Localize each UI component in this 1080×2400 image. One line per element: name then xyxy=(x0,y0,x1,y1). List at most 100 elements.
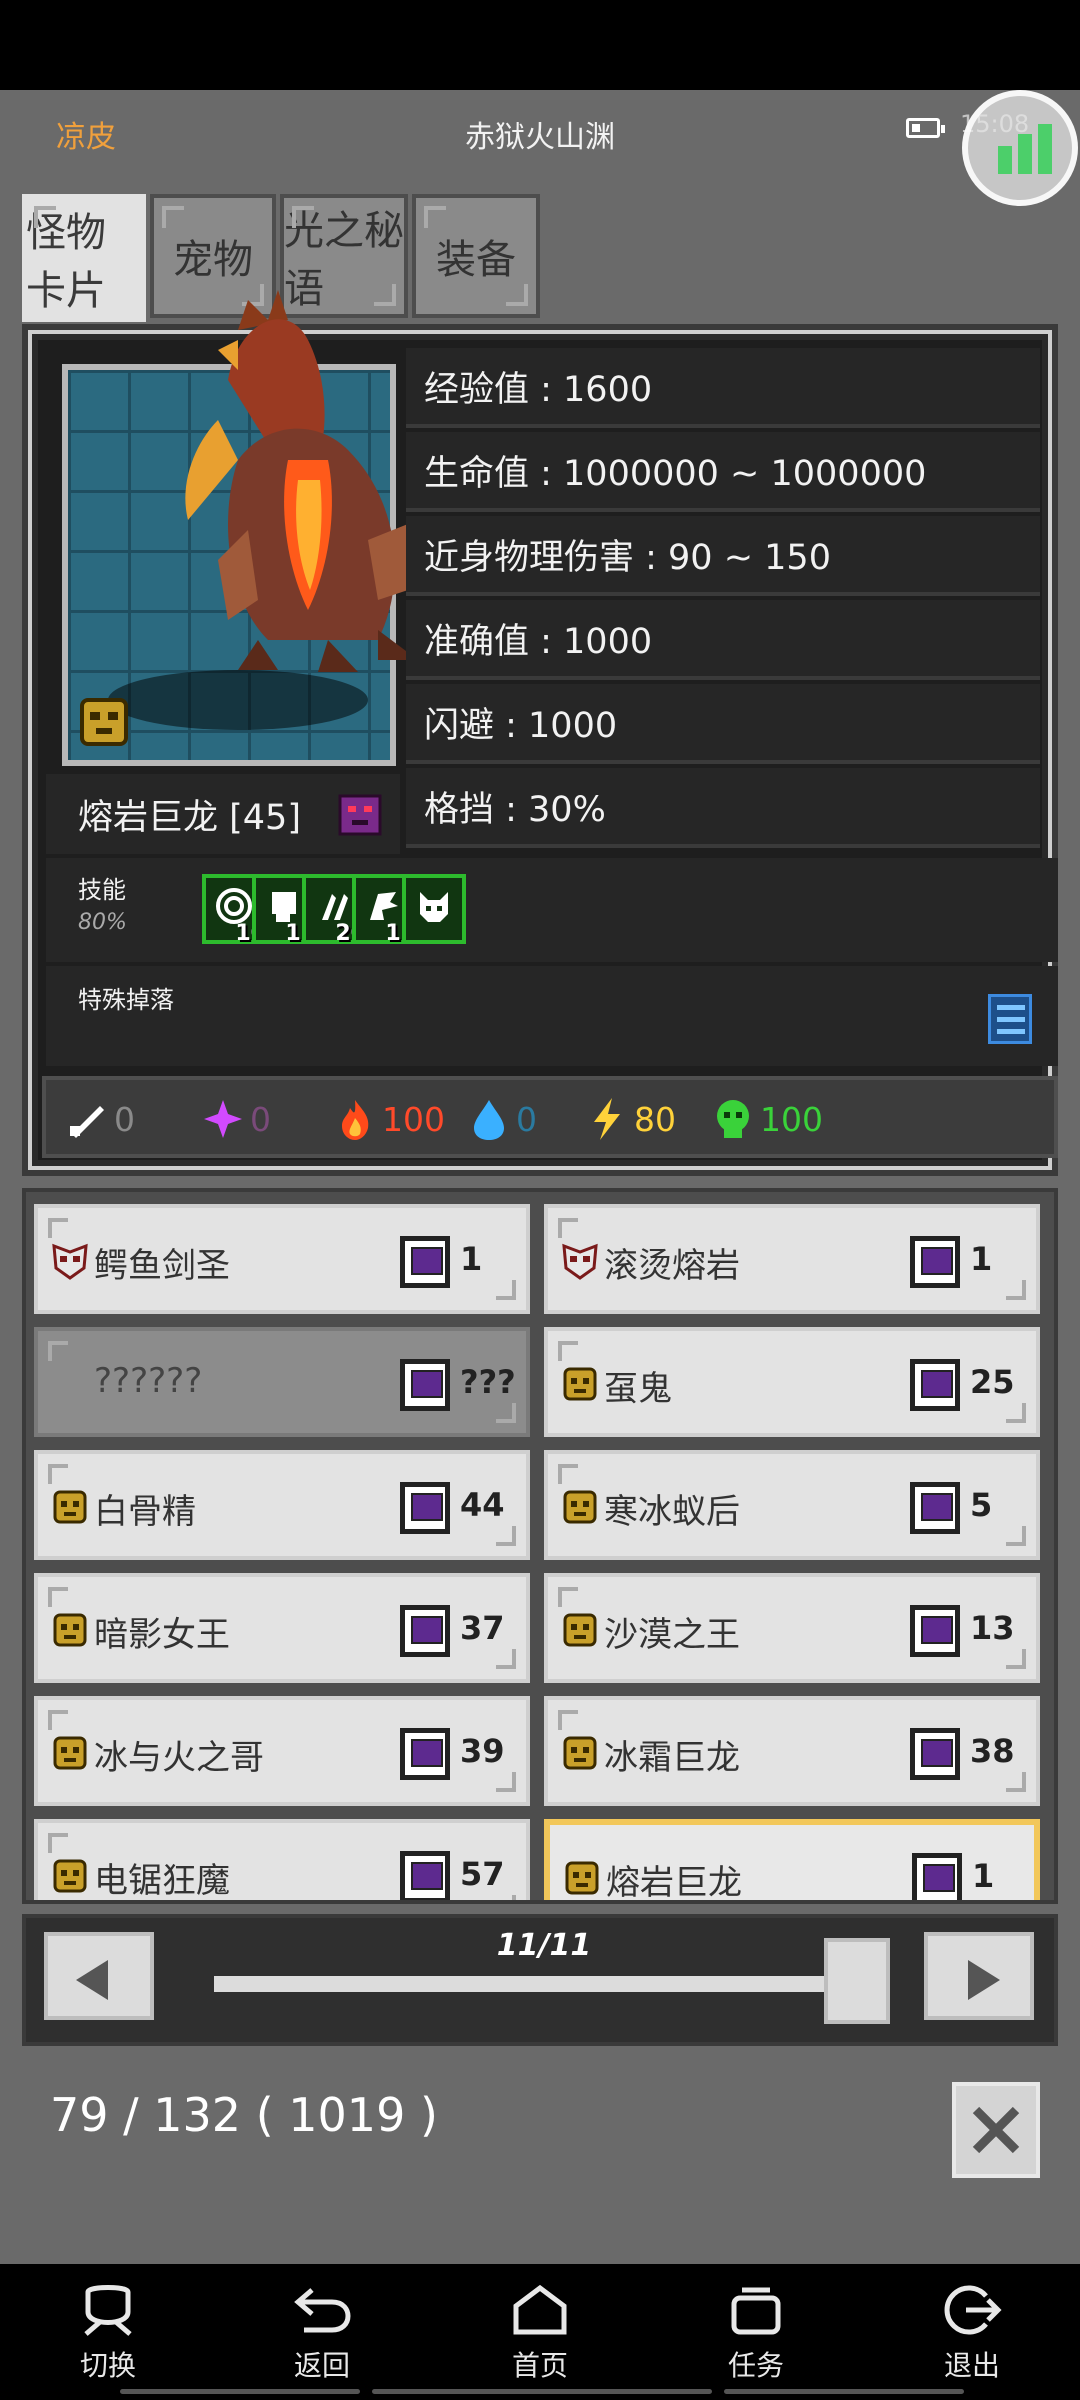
card-name: 寒冰蚁后 xyxy=(604,1492,740,1532)
pager: 11/11 xyxy=(22,1914,1058,2046)
lightning-icon xyxy=(594,1098,620,1140)
monster-card[interactable]: 虿鬼 25 xyxy=(544,1327,1040,1437)
nav-label: 任务 xyxy=(727,2349,784,2382)
battery-icon xyxy=(906,118,945,138)
nav-label: 返回 xyxy=(293,2349,350,2382)
floating-stats-button[interactable] xyxy=(962,90,1078,206)
back-icon xyxy=(294,2288,351,2333)
boss-badge-icon xyxy=(80,698,128,746)
card-name: 暗影女王 xyxy=(94,1615,230,1655)
nav-exit[interactable]: 退出 xyxy=(902,2274,1042,2394)
resist-value: 0 xyxy=(516,1099,537,1139)
card-name: ?????? xyxy=(94,1361,203,1401)
card-item-icon xyxy=(400,1359,450,1411)
monster-card[interactable]: 冰与火之哥 39 xyxy=(34,1696,530,1806)
card-item-icon xyxy=(400,1728,450,1780)
skills-label: 技能 xyxy=(78,876,126,904)
gold-mask-icon xyxy=(563,1736,597,1770)
card-item-icon xyxy=(400,1851,450,1900)
nav-home[interactable]: 首页 xyxy=(470,2274,610,2394)
gold-mask-icon xyxy=(563,1490,597,1524)
resist-water: 0 xyxy=(466,1094,537,1144)
bottom-navbar: 切换 返回 首页 任务 退出 xyxy=(0,2264,1080,2400)
monster-card[interactable]: 沙漠之王 13 xyxy=(544,1573,1040,1683)
nav-switch[interactable]: 切换 xyxy=(38,2274,178,2394)
demon-skill-icon[interactable] xyxy=(402,874,466,944)
page-slider-thumb[interactable] xyxy=(824,1938,890,2024)
nav-back[interactable]: 返回 xyxy=(252,2274,392,2394)
card-item-icon xyxy=(910,1359,960,1411)
special-drops-row: 特殊掉落 xyxy=(46,966,1058,1066)
stat-exp: 经验值 : 1600 xyxy=(406,348,1040,428)
exit-icon xyxy=(944,2285,1002,2335)
card-name: 滚烫熔岩 xyxy=(604,1246,740,1286)
resist-poison: 100 xyxy=(710,1094,823,1144)
resist-lightning: 80 xyxy=(584,1094,676,1144)
card-count: 39 xyxy=(460,1732,505,1770)
card-item-icon xyxy=(910,1482,960,1534)
card-item-icon xyxy=(910,1728,960,1780)
monster-card[interactable]: 滚烫熔岩 1 xyxy=(544,1204,1040,1314)
status-bar xyxy=(0,0,1080,90)
gold-mask-icon xyxy=(563,1367,597,1401)
tab-monster-cards[interactable]: 怪物卡片 xyxy=(22,194,146,322)
card-count: 1 xyxy=(972,1857,995,1895)
resist-value: 80 xyxy=(634,1099,676,1139)
red-mask-icon xyxy=(562,1243,598,1280)
card-name: 鳄鱼剑圣 xyxy=(94,1246,230,1286)
monster-name-row: 熔岩巨龙 [45] xyxy=(46,774,400,854)
monster-card[interactable]: 寒冰蚁后 5 xyxy=(544,1450,1040,1560)
monster-card-grid: 鳄鱼剑圣 1 滚烫熔岩 1 ?????? ??? 虿鬼 25 白骨精 44 寒冰… xyxy=(22,1188,1058,1904)
skills-row: 技能 80% 10 15 20 15 xyxy=(46,858,1058,962)
switch-icon xyxy=(84,2285,132,2336)
card-count: 1 xyxy=(460,1240,483,1278)
card-item-icon xyxy=(400,1605,450,1657)
water-icon xyxy=(474,1100,504,1140)
card-name: 沙漠之王 xyxy=(604,1615,740,1655)
monster-card[interactable]: 鳄鱼剑圣 1 xyxy=(34,1204,530,1314)
monster-card-unknown[interactable]: ?????? ??? xyxy=(34,1327,530,1437)
card-name: 白骨精 xyxy=(94,1492,196,1532)
card-count: 13 xyxy=(970,1609,1015,1647)
resist-value: 100 xyxy=(382,1099,445,1139)
poison-icon xyxy=(717,1100,749,1138)
card-count: 37 xyxy=(460,1609,505,1647)
next-page-button[interactable] xyxy=(924,1932,1034,2020)
nav-tasks[interactable]: 任务 xyxy=(686,2274,826,2394)
magic-icon xyxy=(204,1100,242,1138)
nav-label: 首页 xyxy=(511,2349,568,2382)
nav-label: 退出 xyxy=(943,2349,1000,2382)
monster-card[interactable]: 白骨精 44 xyxy=(34,1450,530,1560)
monster-card-selected[interactable]: 熔岩巨龙 1 xyxy=(544,1819,1040,1903)
home-icon xyxy=(513,2284,567,2335)
resist-physical: 0 xyxy=(64,1094,135,1144)
gold-mask-icon xyxy=(53,1490,87,1524)
nav-label: 切换 xyxy=(79,2349,136,2382)
card-item-icon xyxy=(910,1605,960,1657)
card-name: 电锯狂魔 xyxy=(94,1861,230,1901)
stat-block: 格挡 : 30% xyxy=(406,768,1040,848)
close-button[interactable] xyxy=(952,2082,1040,2178)
gold-mask-icon xyxy=(53,1613,87,1647)
stat-evasion: 闪避 : 1000 xyxy=(406,684,1040,764)
card-count: 57 xyxy=(460,1855,505,1893)
skills-chance: 80% xyxy=(78,910,127,935)
resistance-row: 0 0 100 0 80 100 xyxy=(42,1076,1058,1158)
card-count: 25 xyxy=(970,1363,1015,1401)
page-slider-track[interactable] xyxy=(214,1976,854,1992)
resist-value: 0 xyxy=(250,1099,271,1139)
monster-card[interactable]: 冰霜巨龙 38 xyxy=(544,1696,1040,1806)
card-count: 1 xyxy=(970,1240,993,1278)
resist-fire: 100 xyxy=(332,1094,445,1144)
monster-card[interactable]: 暗影女王 37 xyxy=(34,1573,530,1683)
stat-melee-damage: 近身物理伤害 : 90 ~ 150 xyxy=(406,516,1040,596)
monster-card[interactable]: 电锯狂魔 57 xyxy=(34,1819,530,1901)
gold-mask-icon xyxy=(53,1859,87,1893)
card-name: 熔岩巨龙 xyxy=(606,1863,742,1903)
drop-list-icon[interactable] xyxy=(988,994,1032,1044)
card-item-icon xyxy=(400,1482,450,1534)
gold-mask-icon xyxy=(565,1861,599,1895)
tasks-icon xyxy=(731,2287,781,2335)
card-count: 5 xyxy=(970,1486,993,1524)
card-name: 虿鬼 xyxy=(604,1369,672,1409)
